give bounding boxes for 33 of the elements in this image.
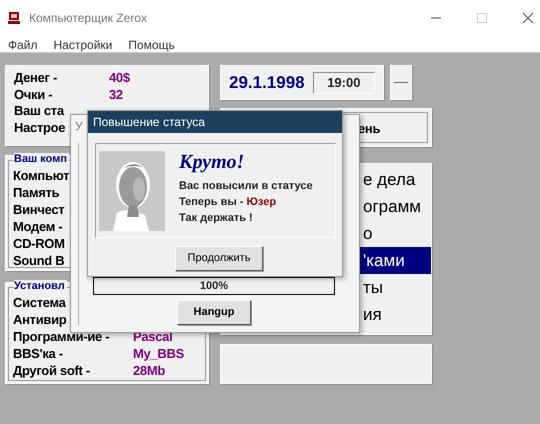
software-line: Антивир <box>13 311 66 328</box>
time-field: 19:00 <box>312 72 375 94</box>
menu-item[interactable]: Помощь <box>128 36 175 52</box>
dialog-title: Повышение статуса <box>88 111 342 133</box>
computer-icon <box>7 11 21 25</box>
continue-button[interactable]: Продолжить <box>175 246 263 271</box>
hardware-line: Память <box>13 184 60 201</box>
menu-item[interactable]: Настройки <box>54 36 112 52</box>
software-line: Система <box>13 294 66 311</box>
message-text: Так держать ! <box>179 211 254 226</box>
menu-item[interactable]: Файл <box>8 36 38 52</box>
hardware-line: CD-ROM <box>13 235 65 252</box>
hardware-line: Модем - <box>13 218 62 235</box>
software-line: BBS'ка - My_BBS <box>13 345 184 362</box>
message-text: Теперь вы - Юзер <box>179 195 278 210</box>
group-title: Установл <box>14 280 67 292</box>
stat-line: Ваш ста <box>14 103 64 120</box>
hangup-button[interactable]: Hangup <box>177 300 251 325</box>
date-text: 29.1.1998 <box>229 72 305 92</box>
message-heading: Круто! <box>179 151 246 174</box>
software-line: Другой soft - 28Mb <box>13 362 166 379</box>
stat-line: Настрое <box>14 120 66 136</box>
hardware-line: Sound B <box>13 252 64 269</box>
group-title: Ваш комп <box>14 153 70 165</box>
dialog-title: У <box>75 119 83 133</box>
hardware-line: Компьют <box>13 167 70 184</box>
close-icon[interactable] <box>522 12 534 24</box>
dash-icon <box>394 81 408 84</box>
hardware-line: Винчест <box>13 201 64 218</box>
stat-line: Очки - 32 <box>14 86 123 103</box>
message-text: Вас повысили в статусе <box>179 179 313 194</box>
stat-line: Денег - 40$ <box>14 70 130 86</box>
window-title: Компьютерщик Zerox <box>29 10 147 27</box>
